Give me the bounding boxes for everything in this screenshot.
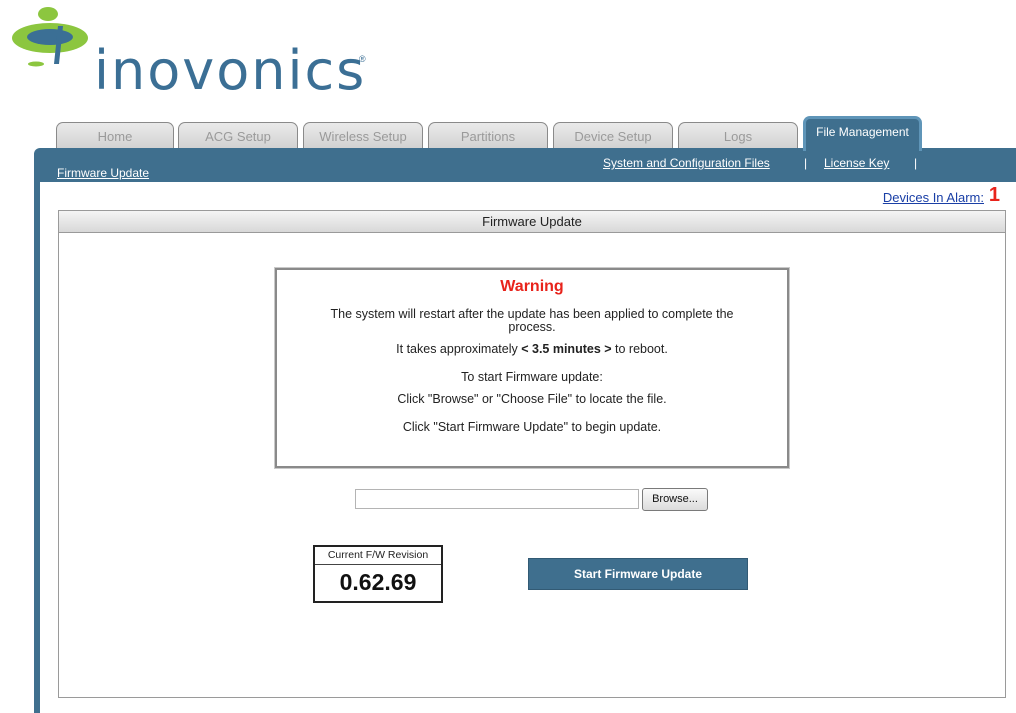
content-area: Devices In Alarm: 1 Firmware Update Warn… [40,182,1016,713]
subnav-system-config-files[interactable]: System and Configuration Files [603,156,770,170]
tab-home[interactable]: Home [56,122,174,151]
tab-acg-setup[interactable]: ACG Setup [178,122,298,151]
tab-logs[interactable]: Logs [678,122,798,151]
warning-box: Warning The system will restart after th… [275,268,789,468]
subnav-separator: | [914,156,918,170]
subnav-firmware-update[interactable]: Firmware Update [57,166,149,180]
inovonics-logo: inovonics ® [10,6,390,104]
warning-restart-text: The system will restart after the update… [330,307,734,334]
tab-device-setup[interactable]: Device Setup [553,122,673,151]
warning-start-heading: To start Firmware update: [461,370,603,384]
reboot-duration: < 3.5 minutes > [521,342,612,356]
firmware-revision-box: Current F/W Revision 0.62.69 [313,545,443,603]
revision-label: Current F/W Revision [315,547,441,565]
firmware-file-input[interactable] [355,489,639,509]
devices-in-alarm-link[interactable]: Devices In Alarm: [883,190,984,205]
tab-file-management[interactable]: File Management [803,116,922,151]
subnav-license-key[interactable]: License Key [824,156,889,170]
reboot-prefix: It takes approximately [396,342,522,356]
panel-title: Firmware Update [59,211,1005,233]
start-firmware-update-button[interactable]: Start Firmware Update [528,558,748,590]
firmware-update-panel: Firmware Update Warning The system will … [58,210,1006,698]
warning-reboot-time: It takes approximately < 3.5 minutes > t… [277,342,787,356]
warning-title: Warning [500,278,564,295]
subnav-separator: | [804,156,808,170]
browse-button[interactable]: Browse... [642,488,708,511]
logo-mark-icon [12,7,88,67]
subnav: Firmware Update System and Configuration… [34,148,1016,182]
tab-partitions[interactable]: Partitions [428,122,548,151]
logo-wordmark: inovonics [94,39,367,102]
registered-mark: ® [359,54,366,64]
reboot-suffix: to reboot. [611,342,668,356]
alarm-count: 1 [988,184,1000,206]
revision-value: 0.62.69 [339,569,417,595]
tab-wireless-setup[interactable]: Wireless Setup [303,122,423,151]
warning-browse-instruction: Click "Browse" or "Choose File" to locat… [397,392,667,406]
warning-start-instruction: Click "Start Firmware Update" to begin u… [402,420,662,434]
